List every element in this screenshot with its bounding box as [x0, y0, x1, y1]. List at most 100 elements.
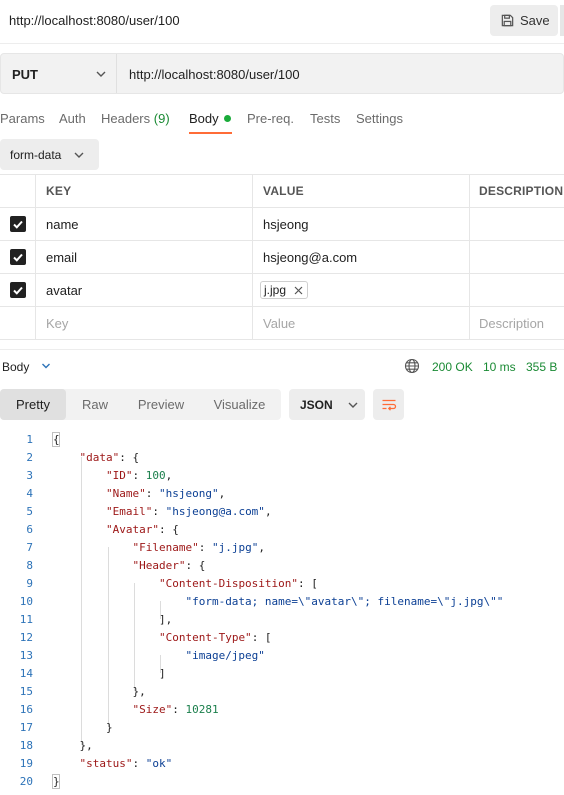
- check-icon: [12, 220, 23, 229]
- column-header-value: VALUE: [253, 175, 470, 207]
- save-label: Save: [520, 13, 550, 28]
- format-dropdown[interactable]: JSON: [289, 389, 365, 420]
- view-tab-pretty[interactable]: Pretty: [0, 389, 66, 420]
- response-body-editor[interactable]: 1{2 "data": {3 "ID": 100, 4 "Name": "hsje…: [0, 430, 564, 795]
- new-description-input[interactable]: Description: [470, 307, 564, 339]
- code-text: "image/jpeg": [185, 649, 265, 662]
- more-actions-edge[interactable]: [560, 5, 564, 36]
- chevron-down-icon[interactable]: [41, 362, 51, 370]
- floppy-disk-icon: [501, 14, 514, 27]
- tab-body[interactable]: Body: [189, 111, 231, 126]
- new-value-input[interactable]: Value: [253, 307, 470, 339]
- method-label: PUT: [12, 67, 38, 82]
- line-number: 15: [19, 685, 33, 698]
- code-text: "Content-Type": [: [158, 631, 272, 644]
- code-line: 15 },: [0, 682, 564, 700]
- tab-params[interactable]: Params: [0, 111, 45, 126]
- chevron-down-icon: [348, 402, 358, 408]
- code-line: 6 "Avatar": {: [0, 520, 564, 538]
- code-line: 8 "Header": {: [0, 556, 564, 574]
- key-cell[interactable]: avatar: [36, 274, 253, 306]
- code-line: 17 }: [0, 718, 564, 736]
- row-check-cell: [0, 307, 36, 339]
- line-number: 6: [26, 523, 33, 536]
- view-tab-preview[interactable]: Preview: [124, 389, 198, 420]
- view-tab-visualize[interactable]: Visualize: [198, 389, 281, 420]
- code-text: },: [53, 739, 93, 752]
- code-line: 2 "data": {: [0, 448, 564, 466]
- code-text: "Header": {: [132, 559, 206, 572]
- line-number: 16: [19, 703, 33, 716]
- wrap-lines-button[interactable]: [373, 389, 404, 420]
- code-line: 4 "Name": "hsjeong",: [0, 484, 564, 502]
- code-line: 18 },: [0, 736, 564, 754]
- code-line: 12 "Content-Type": [: [0, 628, 564, 646]
- request-title[interactable]: http://localhost:8080/user/100: [9, 13, 180, 28]
- code-text: }: [53, 721, 113, 734]
- line-number: 1: [26, 433, 33, 446]
- code-text: }: [53, 775, 60, 788]
- line-number: 14: [19, 667, 33, 680]
- tab-headers[interactable]: Headers (9): [101, 111, 170, 126]
- code-text: "Avatar": {: [105, 523, 179, 536]
- code-line: 10 "form-data; name=\"avatar\"; filename…: [0, 592, 564, 610]
- body-mode-label: form-data: [10, 147, 62, 162]
- tab-settings[interactable]: Settings: [356, 111, 403, 126]
- code-text: {: [53, 433, 60, 446]
- wrap-lines-icon: [382, 399, 396, 411]
- check-icon: [12, 286, 23, 295]
- code-text: ],: [53, 613, 173, 626]
- description-cell[interactable]: [470, 241, 564, 273]
- table-row-new: Key Value Description: [0, 307, 564, 340]
- line-number: 2: [26, 451, 33, 464]
- line-number: 20: [19, 775, 33, 788]
- code-line: 11 ],: [0, 610, 564, 628]
- value-cell[interactable]: hsjeong@a.com: [253, 241, 470, 273]
- description-cell[interactable]: [470, 208, 564, 240]
- file-chip[interactable]: j.jpg: [260, 281, 309, 299]
- column-header-description: DESCRIPTION: [479, 184, 564, 198]
- view-tab-raw[interactable]: Raw: [66, 389, 124, 420]
- line-number: 11: [19, 613, 33, 626]
- code-text: ]: [53, 667, 166, 680]
- value-cell[interactable]: j.jpg: [253, 274, 470, 306]
- code-text: "data": {: [79, 451, 140, 464]
- url-input[interactable]: http://localhost:8080/user/100: [129, 67, 300, 82]
- table-header-row: KEY VALUE DESCRIPTION: [0, 175, 564, 208]
- code-text: },: [53, 685, 146, 698]
- body-mode-dropdown[interactable]: form-data: [0, 139, 99, 170]
- form-data-table: KEY VALUE DESCRIPTION name hsjeong email…: [0, 174, 564, 340]
- description-cell[interactable]: [470, 274, 564, 306]
- save-button[interactable]: Save: [490, 5, 558, 36]
- tab-auth[interactable]: Auth: [59, 111, 86, 126]
- tab-tests[interactable]: Tests: [310, 111, 340, 126]
- close-icon[interactable]: [294, 286, 303, 295]
- body-indicator-dot: [223, 115, 231, 122]
- code-text: "form-data; name=\"avatar\"; filename=\"…: [185, 595, 504, 608]
- request-title-bar: http://localhost:8080/user/100 Save: [0, 0, 564, 44]
- code-text: "Name": "hsjeong",: [105, 487, 226, 500]
- code-text: "status": "ok": [79, 757, 173, 770]
- status-code[interactable]: 200 OK: [432, 360, 473, 374]
- row-enabled-checkbox[interactable]: [9, 249, 26, 265]
- table-row: name hsjeong: [0, 208, 564, 241]
- response-section-label[interactable]: Body: [2, 360, 29, 374]
- code-line: 9 "Content-Disposition": [: [0, 574, 564, 592]
- row-check-cell: [0, 274, 36, 306]
- row-enabled-checkbox[interactable]: [9, 282, 26, 298]
- header-check-cell: [0, 175, 36, 207]
- key-cell[interactable]: name: [36, 208, 253, 240]
- line-number: 4: [26, 487, 33, 500]
- tab-pre-request[interactable]: Pre-req.: [247, 111, 294, 126]
- response-size[interactable]: 355 B: [526, 360, 557, 374]
- response-time[interactable]: 10 ms: [483, 360, 516, 374]
- table-row: avatar j.jpg: [0, 274, 564, 307]
- headers-count: (9): [153, 111, 170, 126]
- table-row: email hsjeong@a.com: [0, 241, 564, 274]
- method-select[interactable]: PUT: [1, 54, 117, 93]
- globe-icon[interactable]: [404, 358, 420, 374]
- value-cell[interactable]: hsjeong: [253, 208, 470, 240]
- key-cell[interactable]: email: [36, 241, 253, 273]
- row-enabled-checkbox[interactable]: [9, 216, 26, 232]
- new-key-input[interactable]: Key: [36, 307, 253, 339]
